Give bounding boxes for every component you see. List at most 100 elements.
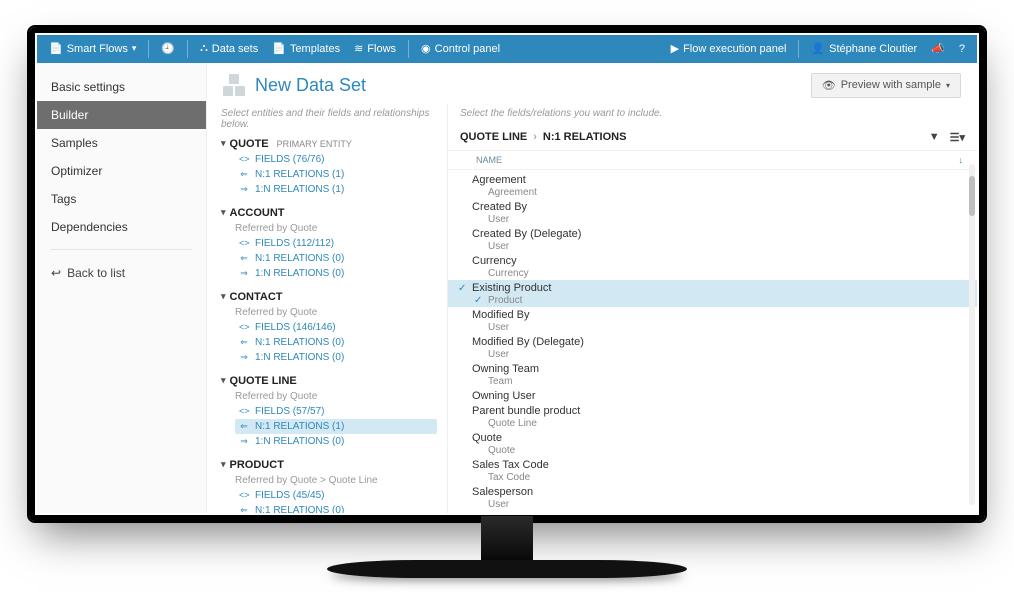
megaphone-button[interactable]: 📣 [927, 42, 949, 55]
entity-quote[interactable]: ▾ QUOTEPRIMARY ENTITY [221, 136, 437, 152]
entity-n1-relations[interactable]: ⇐N:1 RELATIONS (1) [235, 167, 437, 182]
back-to-list[interactable]: ↩Back to list [37, 258, 206, 288]
relation-row[interactable]: Modified By (Delegate)User [448, 334, 977, 361]
check-icon: ✓ [474, 295, 486, 306]
scrollbar-thumb[interactable] [969, 176, 975, 216]
caret-down-icon: ▾ [221, 138, 226, 149]
sidebar-item-builder[interactable]: Builder [37, 101, 206, 129]
relation-row[interactable]: AgreementAgreement [448, 172, 977, 199]
screen: 📄 Smart Flows ▾ 🕘 ⛬Data sets 📄Templates … [37, 35, 977, 513]
rel-icon: <> [239, 406, 249, 416]
file-icon: 📄 [272, 42, 286, 55]
columns: Select entities and their fields and rel… [207, 104, 977, 513]
user-menu[interactable]: 👤Stéphane Cloutier [807, 42, 921, 55]
help-button[interactable]: ? [955, 43, 969, 55]
file-icon: 📄 [49, 42, 63, 55]
entity-n1-relations[interactable]: ⇐N:1 RELATIONS (0) [235, 335, 437, 350]
page-title: New Data Set [223, 74, 366, 96]
sidebar-item-dependencies[interactable]: Dependencies [37, 213, 206, 241]
relation-row[interactable]: Owning User [448, 388, 977, 403]
relation-row[interactable]: Service AccountAccount [448, 511, 977, 513]
megaphone-icon: 📣 [931, 42, 945, 55]
nav-templates[interactable]: 📄Templates [268, 42, 344, 55]
relation-list: AgreementAgreementCreated ByUserCreated … [448, 170, 977, 513]
entity-n1-relations[interactable]: ⇐N:1 RELATIONS (1) [235, 419, 437, 434]
rel-icon: <> [239, 322, 249, 332]
entity-fields[interactable]: <>FIELDS (57/57) [235, 404, 437, 419]
nav-flows[interactable]: ≋Flows [350, 42, 400, 55]
rel-icon: ⇐ [239, 253, 249, 264]
nav-history[interactable]: 🕘 [157, 42, 179, 55]
tree-icon: ⛬ [200, 42, 208, 55]
entity-quote-line[interactable]: ▾ QUOTE LINE [221, 373, 437, 389]
detail-hint: Select the fields/relations you want to … [448, 104, 977, 119]
sidebar-item-samples[interactable]: Samples [37, 129, 206, 157]
back-arrow-icon: ↩ [51, 266, 61, 280]
entity-fields[interactable]: <>FIELDS (146/146) [235, 320, 437, 335]
help-icon: ? [959, 43, 965, 55]
relation-row[interactable]: QuoteQuote [448, 430, 977, 457]
tree-hint: Select entities and their fields and rel… [221, 108, 437, 130]
entity-account[interactable]: ▾ ACCOUNT [221, 205, 437, 221]
rel-icon: ⇐ [239, 337, 249, 348]
entity-fields[interactable]: <>FIELDS (45/45) [235, 488, 437, 503]
entity-1n-relations[interactable]: ⇒1:N RELATIONS (0) [235, 434, 437, 449]
relation-row[interactable]: Sales Tax CodeTax Code [448, 457, 977, 484]
rel-icon: ⇒ [239, 268, 249, 279]
rel-icon: ⇒ [239, 352, 249, 363]
relation-row[interactable]: Owning TeamTeam [448, 361, 977, 388]
relation-row[interactable]: Parent bundle productQuote Line [448, 403, 977, 430]
caret-down-icon: ▾ [221, 459, 226, 470]
entity-product[interactable]: ▾ PRODUCT [221, 457, 437, 473]
entity-1n-relations[interactable]: ⇒1:N RELATIONS (0) [235, 350, 437, 365]
caret-down-icon: ▾ [221, 291, 226, 302]
list-icon[interactable]: ☰▾ [950, 131, 965, 144]
entity-ref: Referred by Quote > Quote Line [235, 475, 437, 486]
rel-icon: ⇐ [239, 505, 249, 513]
eye-icon: 👁 [822, 79, 836, 92]
entity-contact[interactable]: ▾ CONTACT [221, 289, 437, 305]
monitor-frame: 📄 Smart Flows ▾ 🕘 ⛬Data sets 📄Templates … [27, 25, 987, 523]
scrollbar[interactable] [969, 164, 975, 505]
relation-row[interactable]: ✓Existing Product✓Product [448, 280, 977, 307]
sidebar-item-tags[interactable]: Tags [37, 185, 206, 213]
check-icon: ✓ [458, 283, 470, 294]
detail-panel: Select the fields/relations you want to … [447, 104, 977, 513]
caret-down-icon: ▾ [221, 207, 226, 218]
entity-n1-relations[interactable]: ⇐N:1 RELATIONS (0) [235, 251, 437, 266]
preview-button[interactable]: 👁 Preview with sample ▾ [811, 73, 961, 98]
entity-ref: Referred by Quote [235, 223, 437, 234]
column-header[interactable]: NAME ↓ [448, 151, 977, 170]
relation-row[interactable]: Modified ByUser [448, 307, 977, 334]
sidebar-item-basic-settings[interactable]: Basic settings [37, 73, 206, 101]
nav-datasets[interactable]: ⛬Data sets [196, 42, 262, 55]
topbar: 📄 Smart Flows ▾ 🕘 ⛬Data sets 📄Templates … [37, 35, 977, 63]
entity-n1-relations[interactable]: ⇐N:1 RELATIONS (0) [235, 503, 437, 513]
play-icon: ▶ [671, 42, 679, 55]
sidebar-item-optimizer[interactable]: Optimizer [37, 157, 206, 185]
relation-row[interactable]: CurrencyCurrency [448, 253, 977, 280]
rel-icon: <> [239, 490, 249, 500]
chevron-down-icon: ▾ [132, 43, 137, 54]
relation-row[interactable]: Created ByUser [448, 199, 977, 226]
nav-control-panel[interactable]: ◉Control panel [417, 42, 504, 55]
page-header: New Data Set 👁 Preview with sample ▾ [207, 63, 977, 104]
rel-icon: ⇐ [239, 421, 249, 432]
entity-fields[interactable]: <>FIELDS (76/76) [235, 152, 437, 167]
relation-row[interactable]: SalespersonUser [448, 484, 977, 511]
sidebar: Basic settingsBuilderSamplesOptimizerTag… [37, 63, 207, 513]
chevron-right-icon: › [533, 131, 537, 143]
relation-row[interactable]: Created By (Delegate)User [448, 226, 977, 253]
entity-1n-relations[interactable]: ⇒1:N RELATIONS (0) [235, 266, 437, 281]
flow-exec-panel[interactable]: ▶Flow execution panel [667, 42, 791, 55]
crumb-entity[interactable]: QUOTE LINE [460, 131, 527, 143]
entity-ref: Referred by Quote [235, 391, 437, 402]
rel-icon: <> [239, 154, 249, 164]
sort-arrow-icon[interactable]: ↓ [959, 155, 964, 165]
rel-icon: ⇐ [239, 169, 249, 180]
filter-icon[interactable]: ▼ [929, 131, 940, 144]
entity-1n-relations[interactable]: ⇒1:N RELATIONS (1) [235, 182, 437, 197]
clock-icon: 🕘 [161, 42, 175, 55]
app-brand[interactable]: 📄 Smart Flows ▾ [45, 42, 140, 55]
entity-fields[interactable]: <>FIELDS (112/112) [235, 236, 437, 251]
